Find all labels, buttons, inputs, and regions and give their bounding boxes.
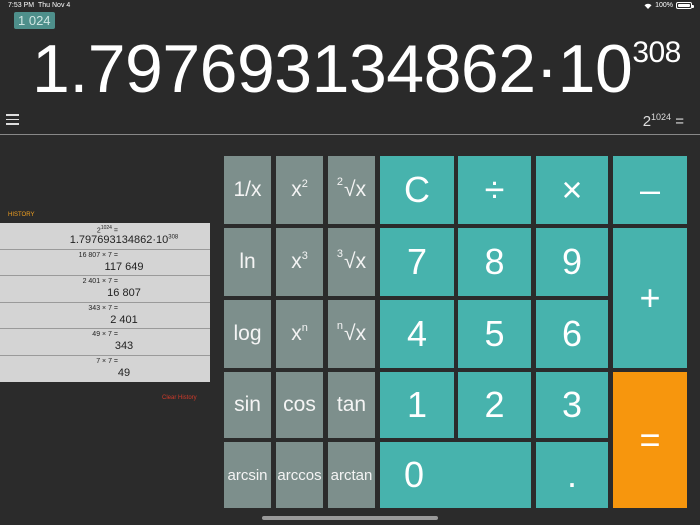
digit-1-button[interactable]: 1 xyxy=(380,372,454,438)
history-label: HISTORY xyxy=(8,212,35,218)
equals-button[interactable]: = xyxy=(613,372,687,508)
digit-2-button[interactable]: 2 xyxy=(458,372,531,438)
history-result: 343 xyxy=(114,340,134,352)
square-root-button[interactable]: 2 √x xyxy=(328,156,375,224)
main-value-exponent: 308 xyxy=(632,36,681,69)
expression-base: 2 xyxy=(642,113,652,130)
history-entry[interactable]: 2 401 × 7 = 16 807 xyxy=(0,276,210,303)
menu-icon[interactable] xyxy=(6,114,19,125)
battery-icon xyxy=(676,2,694,9)
history-entry[interactable]: 343 × 7 = 2 401 xyxy=(0,303,210,329)
history-result: 2 401 xyxy=(110,313,138,326)
status-right: 100% xyxy=(644,2,694,9)
digit-7-button[interactable]: 7 xyxy=(380,228,454,296)
arccos-button[interactable]: arccos xyxy=(276,442,323,508)
cube-button[interactable]: x3 xyxy=(276,228,323,296)
expression-exponent: 1024 xyxy=(651,112,672,122)
log-button[interactable]: log xyxy=(224,300,271,368)
home-indicator[interactable] xyxy=(262,516,438,520)
digit-4-button[interactable]: 4 xyxy=(380,300,454,368)
digit-5-button[interactable]: 5 xyxy=(458,300,531,368)
history-result: 16 807 xyxy=(107,287,141,299)
ln-button[interactable]: ln xyxy=(224,228,271,296)
history-expression: 7 × 7 = xyxy=(96,357,118,365)
divide-button[interactable]: ÷ xyxy=(458,156,531,224)
status-bar: 7:53 PM Thu Nov 4 100% xyxy=(0,0,700,12)
digit-3-button[interactable]: 3 xyxy=(536,372,608,438)
history-result: 1.797693134862·10308 xyxy=(69,234,179,246)
nth-root-button[interactable]: n √x xyxy=(328,300,375,368)
digit-0-button[interactable]: 0 xyxy=(380,442,531,508)
expression-suffix: = xyxy=(671,113,684,130)
memory-badge[interactable]: 1 024 xyxy=(14,12,55,29)
history-expression: 16 807 × 7 = xyxy=(78,251,118,259)
clear-history-button[interactable]: Clear History xyxy=(162,395,197,401)
history-entry[interactable]: 49 × 7 = 343 xyxy=(0,329,210,356)
battery-percent: 100% xyxy=(655,2,673,9)
clear-button[interactable]: C xyxy=(380,156,454,224)
current-expression: 21024 = xyxy=(643,112,684,130)
main-value-mantissa: 1.797693134862·10 xyxy=(32,31,633,107)
wifi-icon xyxy=(644,3,652,9)
square-button[interactable]: x2 xyxy=(276,156,323,224)
history-entry[interactable]: 7 × 7 = 49 xyxy=(0,356,210,383)
status-date: Thu Nov 4 xyxy=(38,2,71,9)
history-expression: 2 401 × 7 = xyxy=(82,278,118,285)
tan-button[interactable]: tan xyxy=(328,372,375,438)
display-divider xyxy=(0,134,700,135)
sin-button[interactable]: sin xyxy=(224,372,271,438)
status-time: 7:53 PM xyxy=(8,2,35,9)
history-entry[interactable]: 21024 = 1.797693134862·10308 xyxy=(0,223,210,250)
plus-button[interactable]: + xyxy=(613,228,687,368)
cos-button[interactable]: cos xyxy=(276,372,323,438)
history-expression: 49 × 7 = xyxy=(92,331,118,338)
history-result: 117 649 xyxy=(104,260,144,273)
digit-9-button[interactable]: 9 xyxy=(536,228,608,296)
minus-button[interactable]: – xyxy=(613,156,687,224)
history-expression: 343 × 7 = xyxy=(88,304,118,312)
power-button[interactable]: xn xyxy=(276,300,323,368)
multiply-button[interactable]: × xyxy=(536,156,608,224)
result-display: 7:53 PM Thu Nov 4 100% 1 024 1.797693134… xyxy=(0,0,700,134)
digit-6-button[interactable]: 6 xyxy=(536,300,608,368)
history-expression: 21024 = xyxy=(96,225,118,235)
history-list: 21024 = 1.797693134862·10308 16 807 × 7 … xyxy=(0,223,210,382)
digit-8-button[interactable]: 8 xyxy=(458,228,531,296)
history-result: 49 xyxy=(117,366,131,379)
reciprocal-button[interactable]: 1/x xyxy=(224,156,271,224)
arcsin-button[interactable]: arcsin xyxy=(224,442,271,508)
decimal-button[interactable]: . xyxy=(536,442,608,508)
cube-root-button[interactable]: 3 √x xyxy=(328,228,375,296)
main-value: 1.797693134862·10308 xyxy=(32,30,681,108)
arctan-button[interactable]: arctan xyxy=(328,442,375,508)
history-entry[interactable]: 16 807 × 7 = 117 649 xyxy=(0,250,210,276)
